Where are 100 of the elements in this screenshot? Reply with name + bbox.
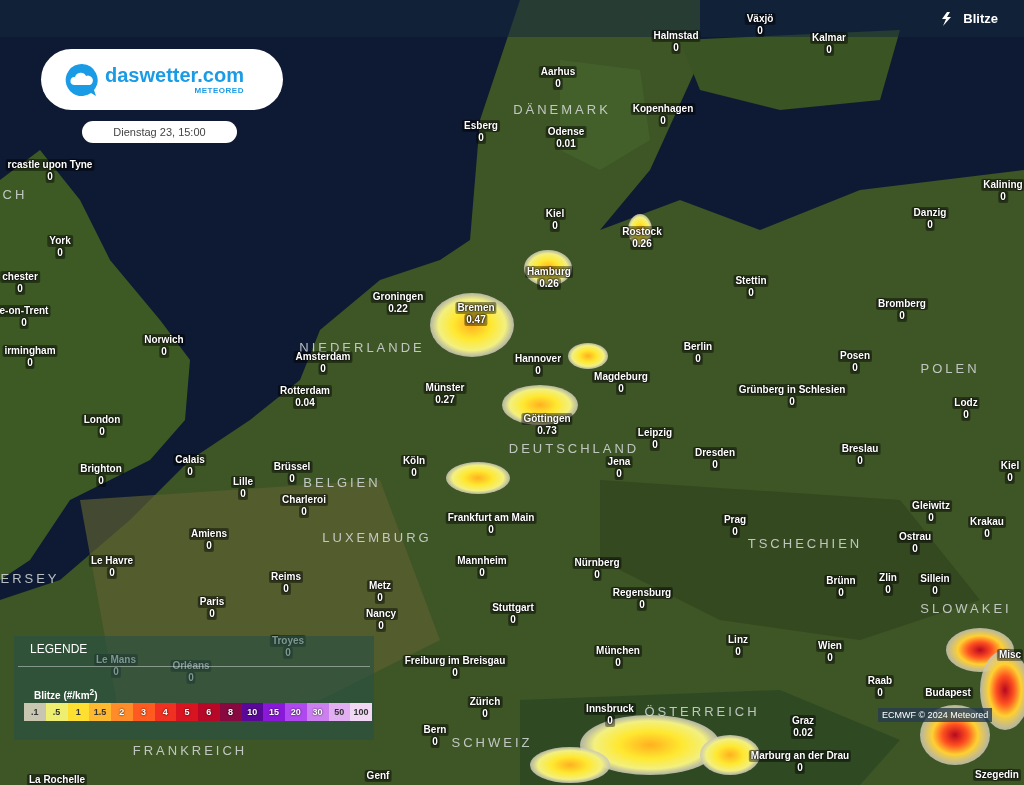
scale-step: 1.5 [89,703,111,722]
logo-wordmark: daswetter.com [105,64,244,86]
country-label: ÖSTERREICH [644,703,760,719]
city-label: Metz [366,580,394,592]
city-label: Dresden [693,447,737,459]
city-label: Nancy [364,608,398,620]
scale-step: 5 [176,703,198,722]
value-label: 0.26 [537,278,561,290]
country-label: DÄNEMARK [513,101,611,117]
scale-step: .1 [24,703,46,722]
scale-step: 8 [219,703,242,722]
scale-step: 4 [154,703,177,722]
city-label: Mannheim [455,555,509,567]
city-label: Budapest [923,687,973,699]
city-label: Rotterdam [278,385,332,397]
city-label: Wien [816,640,844,652]
city-label: Bremen [455,302,497,314]
city-label: Sillein [918,573,952,585]
city-label: Stuttgart [490,602,536,614]
city-label: Berlin [681,341,715,353]
scale-step: 50 [328,703,351,722]
country-label: FRANKREICH [132,742,248,758]
scale-step: 10 [241,703,264,722]
value-label: 0.01 [554,138,578,150]
city-label: Reims [269,571,303,583]
city-label: Marburg an der Drau [748,750,852,762]
city-label: Kalining [981,179,1024,191]
city-label: York [47,235,73,247]
city-label: Bern [421,724,449,736]
city-label: Brüssel [271,461,313,473]
city-label: Calais [173,454,207,466]
city-label: Charleroi [280,494,328,506]
scale-step: 20 [285,703,307,722]
city-label: Ostrau [896,531,934,543]
city-label: Rostock [620,226,664,238]
scale-step: 3 [132,703,155,722]
city-label: Halmstad [651,30,701,42]
city-label: Amiens [188,528,230,540]
city-label: Le Havre [88,555,136,567]
attribution-label: ECMWF © 2024 Meteored [878,708,993,722]
country-label: ERSEY [0,570,60,586]
city-label: Grünberg in Schlesien [736,384,848,396]
city-label: Göttingen [521,413,573,425]
city-label: Lille [231,476,255,488]
country-label: TSCHECHIEN [747,535,863,551]
city-label: Zürich [467,696,503,708]
city-label: Genf [364,770,392,782]
legend-unit: Blitze (#/km$^{2}$) [33,687,99,702]
city-label: Regensburg [610,587,674,599]
city-label: Innsbruck [584,703,636,715]
city-label: Brünn [824,575,858,587]
city-label: Köln [400,455,428,467]
city-label: Magdeburg [592,371,650,383]
country-label: CH [2,186,28,202]
city-label: Posen [838,350,872,362]
city-label: Danzig [911,207,949,219]
city-label: München [594,645,642,657]
city-label: Hamburg [525,266,573,278]
city-label: Kalmar [810,32,848,44]
city-label: irmingham [2,345,58,357]
city-label: Jena [605,456,633,468]
scale-step: 30 [306,703,329,722]
scale-step: 15 [263,703,285,722]
city-label: London [81,414,123,426]
city-label: Hannover [512,353,564,365]
city-label: Nürnberg [572,557,622,569]
logo-subtitle: METEORED [194,86,244,95]
city-label: Krakau [968,516,1006,528]
city-label: La Rochelle [26,774,88,785]
city-label: Misc [996,649,1024,661]
city-label: Växjö [744,13,776,25]
cloud-logo-icon [65,62,99,97]
city-label: Aarhus [538,66,578,78]
date-pill: Dienstag 23, 15:00 [82,121,237,143]
city-label: chester [0,271,40,283]
city-label: Kopenhagen [630,103,696,115]
city-label: Münster [423,382,467,394]
scale-step: .5 [45,703,68,722]
scale-step: 100 [350,703,372,722]
city-label: Odense [545,126,587,138]
country-label: POLEN [920,360,980,376]
city-label: Groningen [370,291,426,303]
city-label: Lodz [952,397,980,409]
city-label: Breslau [839,443,881,455]
layer-label[interactable]: Blitze [963,11,998,26]
value-label: 0.47 [464,314,488,326]
value-label: 0.04 [293,397,317,409]
city-label: Prag [721,514,749,526]
city-label: Bromberg [876,298,928,310]
country-label: SLOWAKEI [920,600,1012,616]
city-label: Esberg [462,120,500,132]
country-label: SCHWEIZ [451,734,533,750]
city-label: Linz [726,634,750,646]
country-label: LUXEMBURG [322,529,432,545]
city-label: Frankfurt am Main [445,512,537,524]
city-label: Norwich [142,334,186,346]
city-label: Zlin [877,572,899,584]
city-label: Kiel [543,208,567,220]
city-label: Kiel [998,460,1022,472]
city-label: Szegedin [973,769,1021,781]
